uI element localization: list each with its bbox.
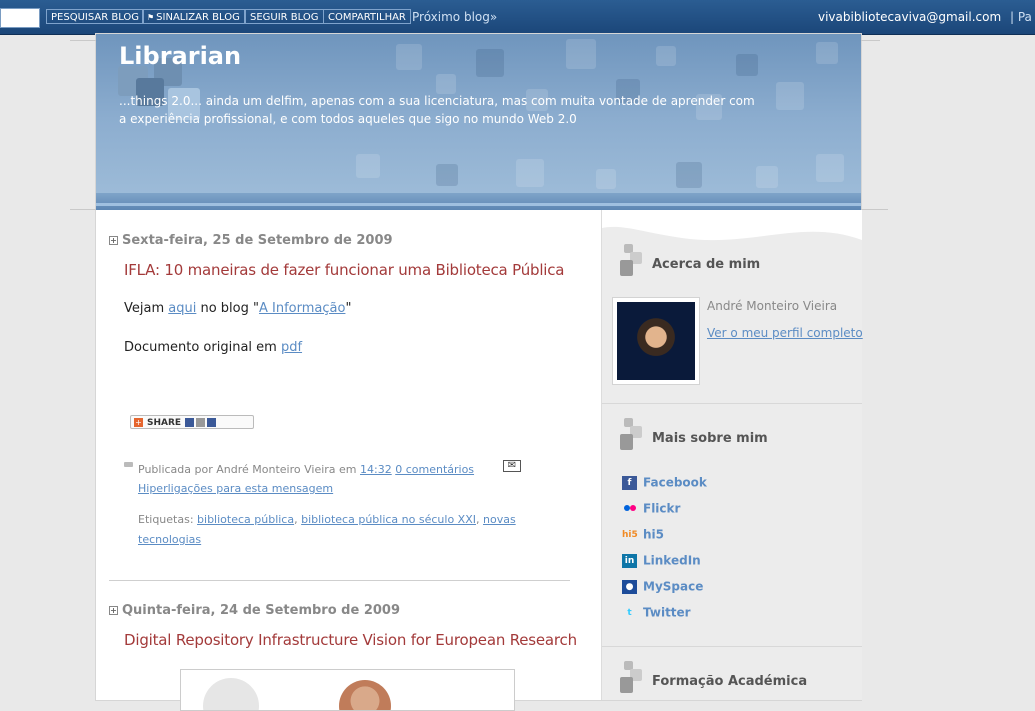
linkedin-icon: in [622,553,637,568]
share-blog-button[interactable]: COMPARTILHAR [323,9,411,24]
blog-description: ...things 2.0... ainda um delfim, apenas… [119,94,755,126]
label-link[interactable]: biblioteca pública no século XXI [301,513,476,526]
post-link-a-informacao[interactable]: A Informação [259,301,345,316]
post-labels: Etiquetas: biblioteca pública, bibliotec… [138,513,516,526]
hi5-icon: hi5 [622,529,638,540]
expand-icon: + [109,606,118,615]
post-footer-line: Publicada por André Monteiro Vieira em 1… [138,463,475,476]
social-link-myspace[interactable]: ● MySpace [622,578,703,594]
bullet-icon [124,462,133,467]
header-band [96,193,861,210]
next-blog-link[interactable]: Próximo blog» [412,9,497,25]
post-title[interactable]: IFLA: 10 maneiras de fazer funcionar uma… [124,261,564,279]
post-separator [109,580,570,581]
follow-blog-button[interactable]: SEGUIR BLOG [245,9,324,24]
flag-blog-button[interactable]: ⚑ SINALIZAR BLOG [142,9,245,24]
email-post-icon[interactable]: ✉ [503,460,521,472]
sidebar-wave [602,210,862,241]
divider [602,403,862,404]
social-link-flickr[interactable]: Flickr [622,500,680,516]
post-link-pdf[interactable]: pdf [281,340,302,355]
twitter-icon: t [627,607,632,618]
flag-blog-label: SINALIZAR BLOG [156,12,240,23]
section-icon [620,244,644,278]
section-icon [620,661,644,695]
profile-name: André Monteiro Vieira [707,299,838,313]
user-email: vivabibliotecaviva@gmail.com [818,10,1002,24]
label-link[interactable]: novas [483,513,516,526]
facebook-icon: f [622,475,637,490]
plus-icon: + [134,418,143,427]
flickr-icon [622,502,637,516]
social-link-facebook[interactable]: f Facebook [622,474,707,490]
post-body-line: Documento original em pdf [124,340,303,355]
facebook-icon [207,418,217,427]
navbar-search-input[interactable] [0,8,40,28]
about-heading: Acerca de mim [652,257,761,272]
navbar-truncated-link[interactable]: | Pa [1010,9,1032,25]
delicious-icon [185,418,195,427]
more-about-heading: Mais sobre mim [652,431,768,446]
post-date: + Quinta-feira, 24 de Setembro de 2009 [109,603,401,618]
blogger-navbar: PESQUISAR BLOG ⚑ SINALIZAR BLOG SEGUIR BL… [0,0,1035,35]
post-timestamp-link[interactable]: 14:32 [360,463,392,476]
divider [602,646,862,647]
post-image [180,669,515,711]
post-title[interactable]: Digital Repository Infrastructure Vision… [124,631,577,649]
search-blog-button[interactable]: PESQUISAR BLOG [46,9,145,24]
social-link-twitter[interactable]: t Twitter [622,604,690,620]
post-footer-line: Hiperligações para esta mensagem [138,482,333,495]
post-link-aqui[interactable]: aqui [168,301,196,316]
profile-photo[interactable] [612,297,700,385]
post-comments-link[interactable]: 0 comentários [395,463,474,476]
social-link-linkedin[interactable]: in LinkedIn [622,552,701,568]
social-link-hi5[interactable]: hi5 hi5 [622,526,664,542]
share-button[interactable]: + SHARE [130,415,254,429]
expand-icon: + [109,236,118,245]
view-profile-link[interactable]: Ver o meu perfil completo [707,326,863,340]
myspace-icon: ● [622,579,637,594]
post-backlinks-link[interactable]: Hiperligações para esta mensagem [138,482,333,495]
label-link[interactable]: tecnologias [138,533,201,546]
education-heading: Formação Académica [652,674,808,689]
blog-title[interactable]: Librarian [119,42,241,70]
digg-icon [196,418,206,427]
flag-icon: ⚑ [147,13,155,22]
post-body-line: Vejam aqui no blog "A Informação" [124,301,352,316]
label-link[interactable]: biblioteca pública [197,513,294,526]
post-date: + Sexta-feira, 25 de Setembro de 2009 [109,233,393,248]
section-icon [620,418,644,452]
post-labels: tecnologias [138,533,201,546]
sidebar: Acerca de mim André Monteiro Vieira Ver … [601,210,863,700]
